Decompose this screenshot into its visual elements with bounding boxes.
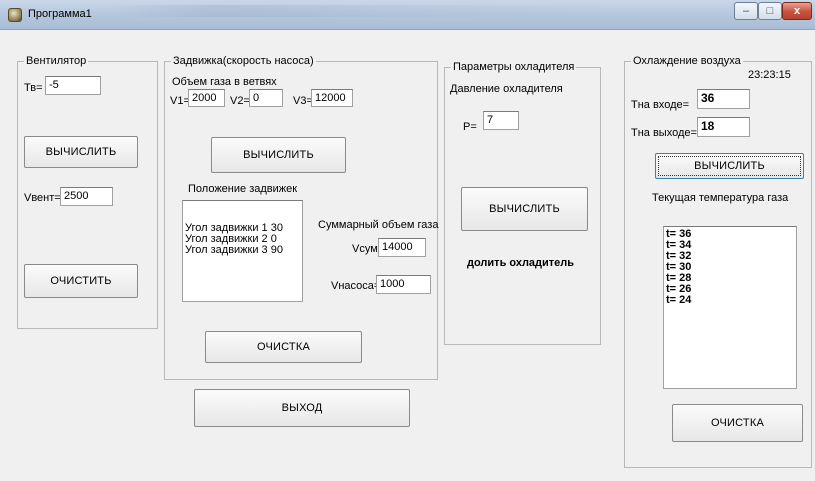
v2-label: V2= bbox=[230, 95, 250, 107]
v1-label: V1= bbox=[170, 95, 190, 107]
minimize-button[interactable]: – bbox=[734, 2, 758, 20]
clock-label: 23:23:15 bbox=[748, 69, 791, 81]
valve-group-legend: Задвижка(скорость насоса) bbox=[171, 54, 316, 68]
vvent-label: Vвент= bbox=[24, 192, 61, 204]
exit-button[interactable]: ВЫХОД bbox=[194, 389, 410, 427]
t-out-input[interactable]: 18 bbox=[697, 117, 750, 137]
t-in-label: Тна входе= bbox=[631, 99, 690, 111]
fan-calculate-button[interactable]: ВЫЧИСЛИТЬ bbox=[24, 136, 138, 168]
v3-label: V3= bbox=[293, 95, 313, 107]
valve-clear-button[interactable]: ОЧИСТКА bbox=[205, 331, 362, 363]
v1-input[interactable]: 2000 bbox=[188, 89, 225, 107]
list-item[interactable]: t= 24 bbox=[664, 295, 796, 306]
air-cooling-group-legend: Охлаждение воздуха bbox=[631, 54, 743, 68]
air-clear-button[interactable]: ОЧИСТКА bbox=[672, 404, 803, 442]
positions-listbox[interactable]: Угол задвижки 1 30 Угол задвижки 2 0 Уго… bbox=[182, 200, 303, 302]
coolant-group-legend: Параметры охладителя bbox=[451, 60, 577, 74]
valve-calculate-button[interactable]: ВЫЧИСЛИТЬ bbox=[211, 137, 346, 173]
vpump-input[interactable]: 1000 bbox=[376, 275, 431, 294]
positions-label: Положение задвижек bbox=[188, 183, 298, 195]
v3-input[interactable]: 12000 bbox=[311, 89, 353, 107]
total-volume-label: Суммарный объем газа bbox=[318, 219, 439, 231]
coolant-calculate-button[interactable]: ВЫЧИСЛИТЬ bbox=[461, 187, 588, 231]
title-bar-reflection bbox=[110, 5, 630, 17]
maximize-button[interactable]: □ bbox=[758, 2, 782, 20]
air-calculate-button[interactable]: ВЫЧИСЛИТЬ bbox=[655, 153, 804, 179]
window-title: Программа1 bbox=[28, 8, 92, 20]
fan-clear-button[interactable]: ОЧИСТИТЬ bbox=[24, 264, 138, 298]
v2-input[interactable]: 0 bbox=[249, 89, 283, 107]
list-item[interactable]: Угол задвижки 3 90 bbox=[183, 245, 302, 256]
title-bar: Программа1 – □ x bbox=[0, 0, 815, 30]
p-input[interactable]: 7 bbox=[483, 111, 519, 130]
p-label: P= bbox=[463, 121, 477, 133]
pressure-label: Давление охладителя bbox=[450, 83, 563, 95]
vsum-input[interactable]: 14000 bbox=[378, 238, 426, 257]
tv-input[interactable]: -5 bbox=[45, 76, 101, 95]
close-button[interactable]: x bbox=[782, 2, 812, 20]
gas-volume-label: Объем газа в ветвях bbox=[172, 76, 277, 88]
t-out-label: Тна выходе= bbox=[631, 127, 697, 139]
temperature-listbox[interactable]: t= 36 t= 34 t= 32 t= 30 t= 28 t= 26 t= 2… bbox=[663, 226, 797, 389]
fan-group-legend: Вентилятор bbox=[24, 54, 89, 68]
tv-label: Тв= bbox=[24, 82, 43, 94]
app-icon bbox=[8, 8, 22, 22]
vpump-label: Vнасоса= bbox=[331, 280, 381, 292]
current-temp-label: Текущая температура газа bbox=[652, 192, 789, 204]
t-in-input[interactable]: 36 bbox=[697, 89, 750, 109]
coolant-message: долить охладитель bbox=[467, 257, 575, 269]
vvent-input[interactable]: 2500 bbox=[60, 187, 113, 206]
